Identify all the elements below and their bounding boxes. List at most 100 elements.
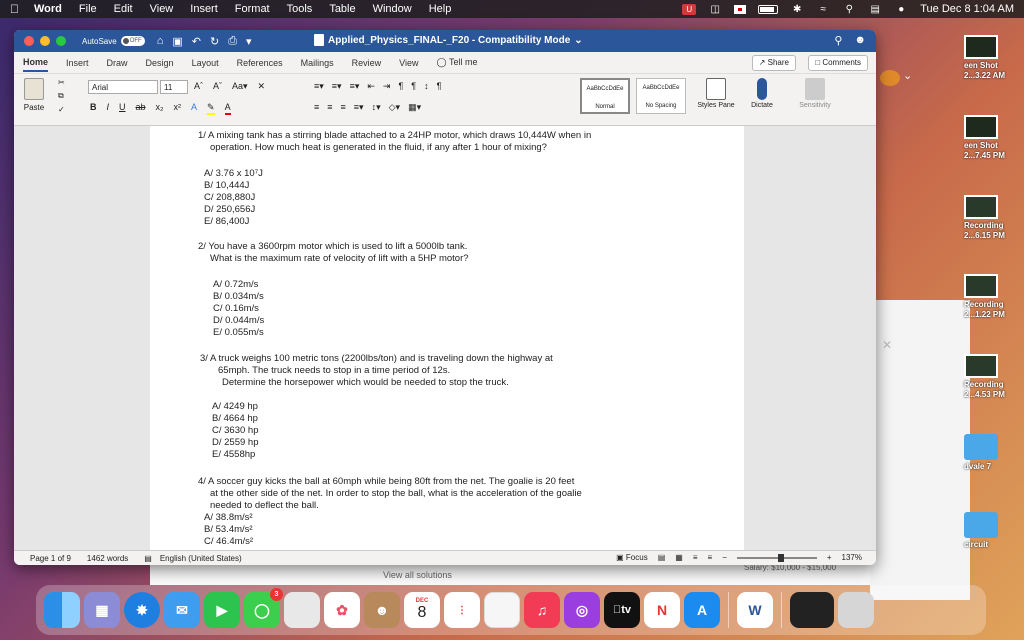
close-icon[interactable]: ✕ xyxy=(882,338,892,352)
spotlight-search-icon[interactable]: ⚲ xyxy=(842,4,856,15)
autosave-toggle[interactable]: OFF xyxy=(120,36,145,46)
bullets-icon[interactable]: ≡▾ xyxy=(314,81,324,92)
zoom-in-button[interactable]: + xyxy=(827,553,832,562)
zoom-slider[interactable] xyxy=(736,553,817,562)
menu-insert[interactable]: Insert xyxy=(190,3,218,15)
share-button[interactable]: ↗ Share xyxy=(751,55,796,71)
redo-icon[interactable]: ↻ xyxy=(210,35,219,48)
font-name-select[interactable]: Arial xyxy=(88,80,158,94)
decrease-indent-icon[interactable]: ⇤ xyxy=(367,81,375,92)
read-mode-icon[interactable]: ▦ xyxy=(675,553,683,562)
desktop-folder-circuit[interactable]: circuit xyxy=(964,512,1024,550)
align-right-icon[interactable]: ≡ xyxy=(341,102,346,113)
subscript-button[interactable]: x₂ xyxy=(156,102,164,115)
status-menu-icon[interactable]: ◫ xyxy=(708,4,722,15)
copy-icon[interactable]: ⧉ xyxy=(58,91,64,101)
style-normal[interactable]: AaBbCcDdEe Normal xyxy=(580,78,630,114)
highlight-icon[interactable]: ✎ xyxy=(207,102,215,115)
control-center-icon[interactable]: ▤ xyxy=(868,4,882,15)
minimize-window-button[interactable] xyxy=(40,36,50,46)
facetime-icon[interactable]: ▶ xyxy=(204,592,240,628)
web-layout-icon[interactable]: ≡ xyxy=(708,553,713,562)
input-source-flag-icon[interactable] xyxy=(734,4,747,14)
menu-format[interactable]: Format xyxy=(235,3,270,15)
search-icon[interactable]: ⚲ xyxy=(834,34,842,47)
account-icon[interactable]: ☻ xyxy=(854,34,866,47)
close-window-button[interactable] xyxy=(24,36,34,46)
bold-button[interactable]: B xyxy=(90,102,97,115)
view-all-solutions-link[interactable]: View all solutions xyxy=(383,570,452,580)
tab-references[interactable]: References xyxy=(237,55,283,71)
autosave-control[interactable]: AutoSave OFF xyxy=(82,36,145,46)
user-avatar[interactable] xyxy=(880,70,900,86)
podcasts-icon[interactable]: ◎ xyxy=(564,592,600,628)
dictate-button[interactable]: Dictate xyxy=(742,78,782,109)
menu-file[interactable]: File xyxy=(79,3,97,15)
customize-toolbar-icon[interactable]: ▾ xyxy=(246,35,252,48)
shading-icon[interactable]: ◇▾ xyxy=(389,102,400,113)
document-title[interactable]: Applied_Physics_FINAL-_F20 - Compatibili… xyxy=(314,34,583,46)
tab-home[interactable]: Home xyxy=(23,54,49,72)
app-store-icon[interactable]: A xyxy=(684,592,720,628)
align-left-icon[interactable]: ≡ xyxy=(314,102,319,113)
maps-icon[interactable] xyxy=(284,592,320,628)
print-icon[interactable]: ⎙ xyxy=(228,35,237,48)
contacts-icon[interactable]: ☻ xyxy=(364,592,400,628)
underline-button[interactable]: U xyxy=(119,102,126,115)
grow-font-icon[interactable]: Aˆ xyxy=(194,81,203,92)
menu-edit[interactable]: Edit xyxy=(114,3,133,15)
sort-icon[interactable]: ↕ xyxy=(424,81,429,92)
messages-icon[interactable]: ◯ 3 xyxy=(244,588,283,628)
wifi-icon[interactable]: ≈ xyxy=(816,4,830,15)
desktop-file-recording-2[interactable]: Recording 2...1.22 PM xyxy=(964,274,1024,320)
siri-icon[interactable]: ● xyxy=(894,4,908,15)
zoom-level[interactable]: 137% xyxy=(842,553,862,562)
styles-pane-button[interactable]: Styles Pane xyxy=(696,78,736,109)
sensitivity-button[interactable]: Sensitivity xyxy=(790,78,840,109)
focus-button[interactable]: ▣ Focus xyxy=(616,553,648,562)
trash-icon[interactable] xyxy=(838,592,874,628)
tab-mailings[interactable]: Mailings xyxy=(301,55,334,71)
menu-help[interactable]: Help xyxy=(429,3,452,15)
format-painter-icon[interactable]: ✓ xyxy=(58,105,65,114)
increase-indent-icon[interactable]: ⇥ xyxy=(383,81,391,92)
safari-icon[interactable]: ✸ xyxy=(124,592,160,628)
justify-icon[interactable]: ≡▾ xyxy=(354,102,364,113)
strikethrough-button[interactable]: ab xyxy=(136,102,146,115)
apple-icon[interactable]:  xyxy=(10,2,24,16)
home-icon[interactable]: ⌂ xyxy=(157,35,164,48)
desktop-file-recording-3[interactable]: Recording 2...4.53 PM xyxy=(964,354,1024,400)
reminders-icon[interactable]: ⋮ xyxy=(444,592,480,628)
zoom-window-button[interactable] xyxy=(56,36,66,46)
word-count[interactable]: 1462 words xyxy=(87,554,128,563)
comments-button[interactable]: □ Comments xyxy=(808,55,868,71)
tab-review[interactable]: Review xyxy=(352,55,382,71)
menu-table[interactable]: Table xyxy=(329,3,355,15)
align-center-icon[interactable]: ≡ xyxy=(327,102,332,113)
news-icon[interactable]: N xyxy=(644,592,680,628)
print-layout-icon[interactable]: ▤ xyxy=(658,553,666,562)
zoom-out-button[interactable]: − xyxy=(722,553,727,562)
text-effects-icon[interactable]: A xyxy=(191,102,197,115)
tell-me-search[interactable]: ◯ Tell me xyxy=(437,54,478,71)
cut-icon[interactable]: ✂ xyxy=(58,78,65,87)
tab-draw[interactable]: Draw xyxy=(107,55,128,71)
desktop-file-screenshot-1[interactable]: een Shot 2...3.22 AM xyxy=(964,35,1024,81)
desktop-file-screenshot-2[interactable]: een Shot 2...7.45 PM xyxy=(964,115,1024,161)
menubar-clock[interactable]: Tue Dec 8 1:04 AM xyxy=(920,3,1014,15)
chevron-down-icon[interactable]: ⌄ xyxy=(903,69,912,82)
save-icon[interactable]: ▣ xyxy=(172,35,182,48)
language-status[interactable]: English (United States) xyxy=(160,554,242,563)
multilevel-list-icon[interactable]: ≡▾ xyxy=(350,81,360,92)
minimized-window-icon[interactable] xyxy=(790,592,834,628)
italic-button[interactable]: I xyxy=(107,102,110,115)
shrink-font-icon[interactable]: Aˇ xyxy=(213,81,222,92)
undo-icon[interactable]: ↶ xyxy=(192,35,201,48)
line-spacing-icon[interactable]: ↕▾ xyxy=(372,102,381,113)
show-formatting-icon[interactable]: ¶ xyxy=(437,81,442,92)
tab-view[interactable]: View xyxy=(399,55,418,71)
document-page[interactable]: 1/ A mixing tank has a stirring blade at… xyxy=(150,126,744,550)
status-app-icon[interactable]: U xyxy=(682,3,697,15)
notes-icon[interactable] xyxy=(484,592,520,628)
font-color-icon[interactable]: A xyxy=(224,102,231,115)
